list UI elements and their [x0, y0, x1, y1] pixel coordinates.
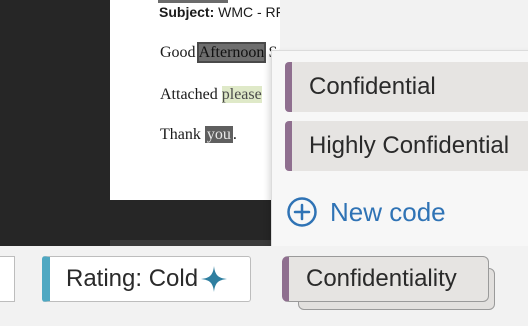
previous-code-chip[interactable] [0, 256, 15, 302]
subject-label: Subject: [159, 4, 215, 20]
code-option-highly-confidential[interactable]: Highly Confidential [285, 121, 528, 171]
highlighted-word-please[interactable]: please [221, 86, 262, 103]
sparkle-icon [201, 266, 228, 292]
thank-line: Thank you. [160, 126, 237, 144]
highlighted-word-afternoon[interactable]: Afternoon [196, 42, 267, 63]
greeting-line: Good Afternoon Sc [160, 42, 280, 63]
plus-circle-icon [287, 197, 317, 227]
left-dark-panel [0, 0, 110, 246]
new-code-button[interactable]: New code [286, 195, 446, 229]
highlighted-word-you[interactable]: you [204, 126, 233, 143]
code-dropdown: Confidential Highly Confidential New cod… [271, 50, 528, 248]
new-code-label: New code [330, 196, 446, 227]
attached-line: Attached please [160, 86, 262, 104]
email-subject: Subject: WMC - RFI 81 - Civil Engineer f… [159, 4, 280, 20]
code-toolbar: Rating: Cold Confidentiality [0, 246, 528, 326]
greeting-text: Good [160, 44, 199, 61]
document-page: Subject: WMC - RFI 81 - Civil Engineer f… [110, 0, 280, 200]
attached-text: Attached [160, 86, 222, 103]
thank-tail: . [232, 126, 237, 143]
thank-text: Thank [160, 126, 205, 143]
rating-chip[interactable]: Rating: Cold [42, 256, 251, 302]
code-option-confidential[interactable]: Confidential [285, 62, 528, 112]
confidentiality-chip[interactable]: Confidentiality [282, 256, 489, 302]
rating-label: Rating: Cold [66, 265, 199, 292]
redaction-mark [158, 0, 228, 3]
subject-text: WMC - RFI 81 - Civil Engineer for pad [218, 4, 280, 20]
